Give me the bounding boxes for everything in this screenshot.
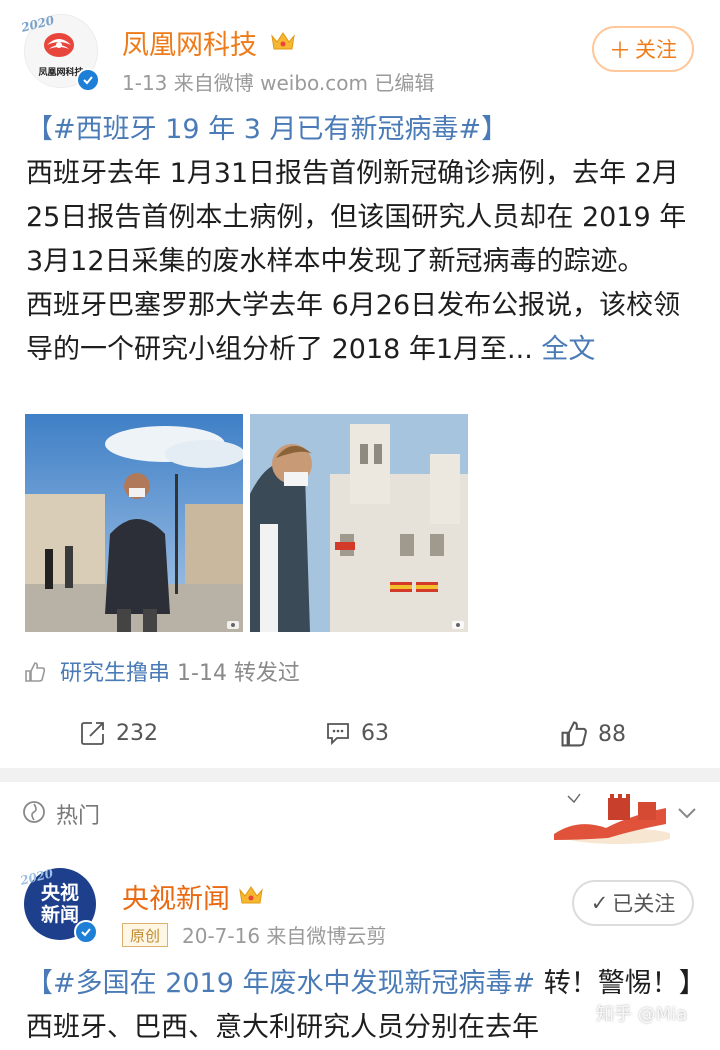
street-photo <box>25 414 243 632</box>
read-more-link[interactable]: 全文 <box>541 334 595 365</box>
great-wall-decoration-icon <box>554 793 670 844</box>
hot-label: 热门 <box>56 804 101 829</box>
verified-badge-icon <box>74 920 98 944</box>
hashtag-link[interactable]: 【#西班牙 19 年 3 月已有新冠病毒#】 <box>26 108 694 152</box>
repost-icon <box>81 722 104 745</box>
post-meta: 1-13 来自微博 weibo.com 已编辑 <box>122 71 435 95</box>
crown-icon <box>239 886 263 904</box>
crown-icon <box>271 32 295 50</box>
author-name[interactable]: 央视新闻 <box>122 877 230 916</box>
followed-label: 已关注 <box>612 892 676 916</box>
repost-button[interactable]: 232 <box>80 720 158 746</box>
camera-icon <box>452 621 464 629</box>
phoenix-logo-icon <box>44 33 74 57</box>
thumbs-up-icon <box>25 662 46 682</box>
hot-comments-header[interactable]: 热门 <box>0 782 720 847</box>
thumbs-up-icon <box>561 721 587 747</box>
comment-button[interactable]: 63 <box>325 720 389 746</box>
repost-count: 232 <box>116 720 158 746</box>
action-bar: 232 63 88 <box>0 706 720 768</box>
like-count: 88 <box>598 721 626 747</box>
repost-suffix: 1-14 转发过 <box>170 661 300 686</box>
check-icon: ✓ <box>590 891 609 915</box>
repost-username[interactable]: 研究生撸串 <box>60 661 170 686</box>
post-image-1[interactable] <box>25 414 243 632</box>
hashtag-link[interactable]: 【#多国在 2019 年废水中发现新冠病毒# <box>26 968 535 999</box>
follow-label: 关注 <box>635 38 677 62</box>
post-text: 【#西班牙 19 年 3 月已有新冠病毒#】 西班牙去年 1月31日报告首例新冠… <box>26 108 694 372</box>
follow-button[interactable]: ＋ 关注 <box>592 26 694 72</box>
watermark: 知乎 @Mia <box>596 1004 688 1025</box>
hot-icon <box>23 801 45 823</box>
post-meta: 20-7-16 来自微博云剪 <box>182 924 387 948</box>
post-paragraph-1: 西班牙去年 1月31日报告首例新冠确诊病例，去年 2月25日报告首例本土病例，但… <box>26 158 687 277</box>
followed-button[interactable]: ✓ 已关注 <box>572 880 694 926</box>
author-name[interactable]: 凤凰网科技 <box>122 23 257 62</box>
original-badge: 原创 <box>122 923 168 947</box>
plus-icon: ＋ <box>608 39 631 64</box>
post-image-2[interactable] <box>250 414 468 632</box>
like-button[interactable]: 88 <box>560 720 626 748</box>
repost-attribution: 研究生撸串 1-14 转发过 <box>24 655 300 687</box>
camera-icon <box>227 621 239 629</box>
weibo-post-1: 2020 凤凰网科技 凤凰网科技 1-13 来自微博 weibo.com 已编辑… <box>0 0 720 768</box>
comment-icon <box>327 723 349 746</box>
post-text: 【#多国在 2019 年废水中发现新冠病毒# 转！警惕！】西班牙、巴西、意大利研… <box>26 962 694 1050</box>
verified-badge-icon <box>76 68 100 92</box>
comment-count: 63 <box>361 720 389 746</box>
section-divider <box>0 768 720 782</box>
chevron-down-icon[interactable] <box>676 802 698 824</box>
avatar-label: 央视 新闻 <box>40 882 79 926</box>
cityhall-photo <box>250 414 468 632</box>
